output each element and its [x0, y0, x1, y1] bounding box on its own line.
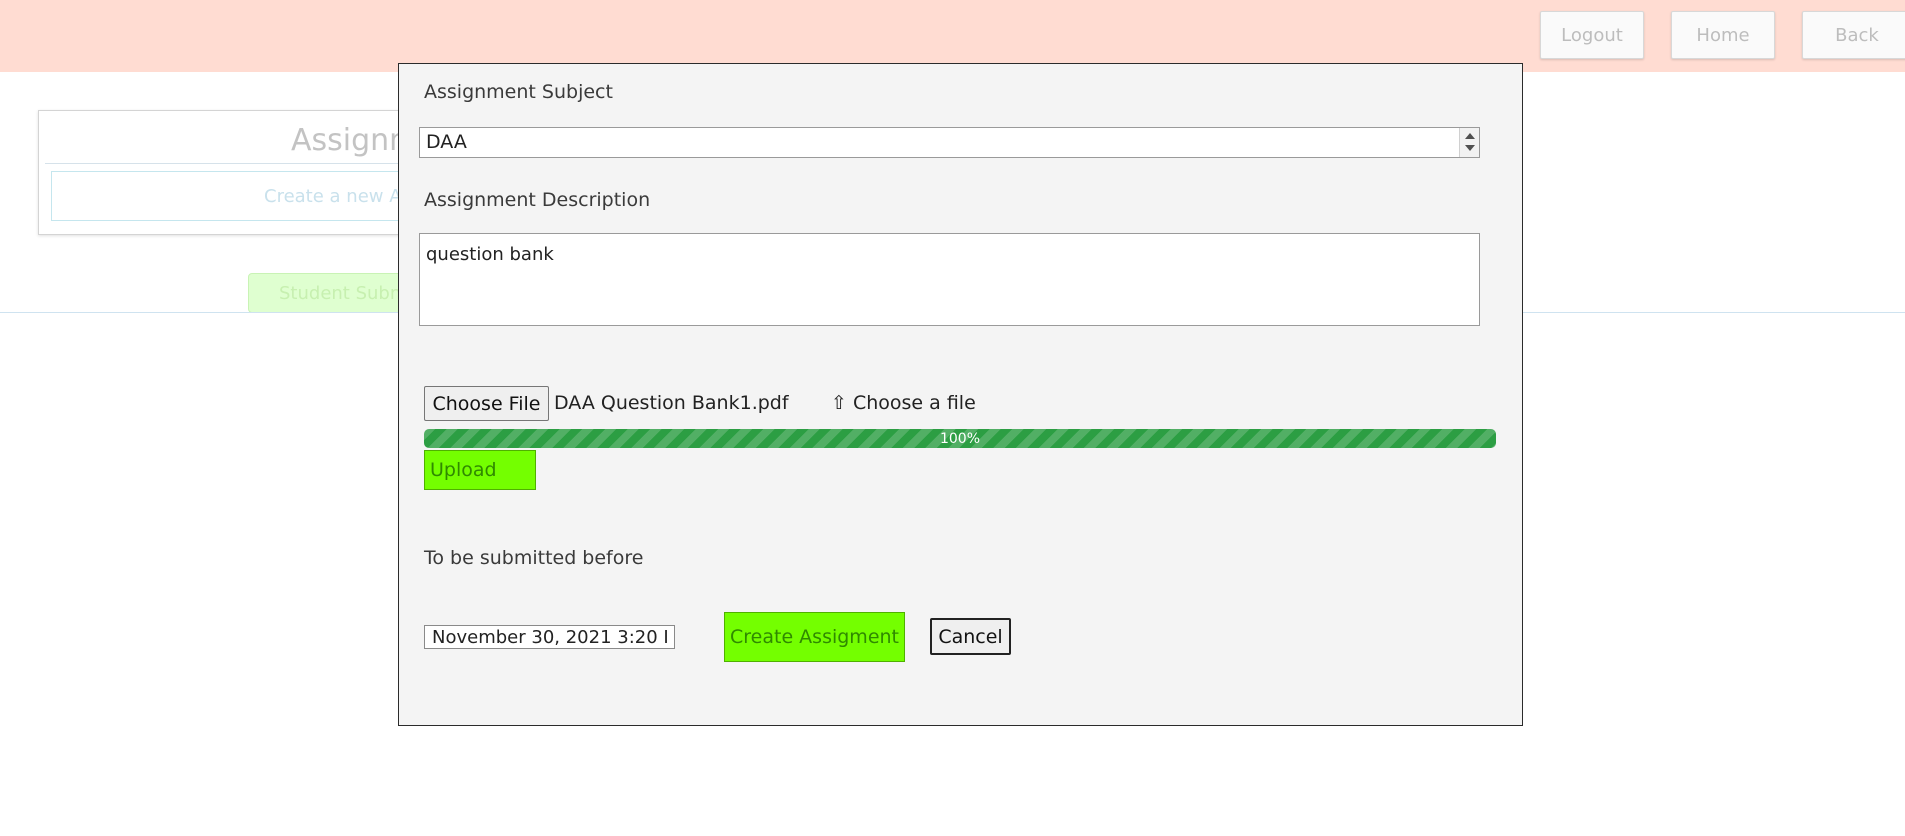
upload-progress-bar: 100% — [424, 429, 1496, 448]
home-button[interactable]: Home — [1671, 11, 1775, 59]
description-label: Assignment Description — [424, 189, 651, 211]
create-assignment-modal: Assignment Subject DAA Assignment Descri… — [398, 63, 1523, 726]
subject-value: DAA — [426, 131, 467, 153]
subject-spinner[interactable] — [1459, 128, 1479, 157]
cancel-button[interactable]: Cancel — [930, 618, 1011, 655]
subject-label: Assignment Subject — [424, 81, 613, 103]
deadline-label: To be submitted before — [424, 547, 644, 569]
chevron-down-icon[interactable] — [1465, 145, 1475, 151]
upload-progress-text: 100% — [939, 430, 981, 447]
student-submissions-button[interactable]: Student Subm — [248, 273, 408, 313]
logout-button[interactable]: Logout — [1540, 11, 1644, 59]
back-button[interactable]: Back — [1802, 11, 1905, 59]
create-assignment-link[interactable]: Create a new A — [51, 171, 431, 221]
selected-file-name: DAA Question Bank1.pdf — [554, 392, 789, 414]
create-assignment-button[interactable]: Create Assigment — [724, 612, 905, 662]
subject-select[interactable]: DAA — [419, 127, 1480, 158]
top-navbar: Logout Home Back — [0, 0, 1905, 72]
assignments-card: Assignm Create a new A — [38, 110, 431, 235]
choose-file-button[interactable]: Choose File — [424, 386, 549, 421]
choose-file-label[interactable]: ⇧ Choose a file — [831, 392, 976, 414]
upload-progress-fill: 100% — [424, 429, 1496, 448]
deadline-input[interactable]: November 30, 2021 3:20 I — [424, 625, 675, 649]
divider — [45, 163, 417, 164]
description-textarea[interactable]: question bank — [419, 233, 1480, 326]
chevron-up-icon[interactable] — [1465, 133, 1475, 139]
upload-button[interactable]: Upload — [424, 450, 536, 490]
